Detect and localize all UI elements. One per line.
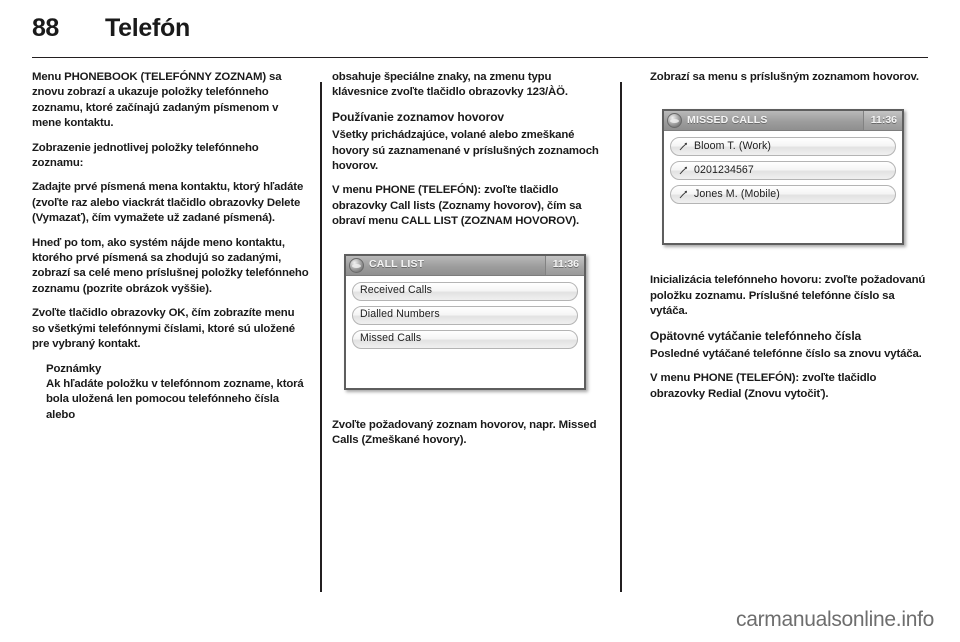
call-list-body: Received Calls Dialled Numbers Missed Ca… (346, 275, 584, 388)
col3-heading: Opätovné vytáčanie telefónneho čísla (650, 328, 862, 343)
call-list-item-label: Missed Calls (360, 332, 422, 345)
missed-call-arrow-icon (678, 189, 689, 200)
col2-heading: Používanie zoznamov hovorov (332, 109, 504, 124)
page-title: Telefón (105, 14, 190, 42)
col2-paragraph-2: Všetky prichádzajúce, volané alebo zmešk… (332, 129, 599, 173)
missed-calls-item-bloom[interactable]: Bloom T. (Work) (670, 137, 896, 157)
missed-calls-item-number[interactable]: 0201234567 (670, 161, 896, 181)
note-title: Poznámky (46, 362, 102, 375)
missed-call-arrow-icon (678, 141, 689, 152)
column-1: Menu PHONEBOOK (TELEFÓNNY ZOZNAM) sa zno… (32, 70, 309, 423)
missed-calls-item-label: Jones M. (Mobile) (694, 188, 780, 201)
content-columns: Menu PHONEBOOK (TELEFÓNNY ZOZNAM) sa zno… (0, 70, 960, 595)
col1-paragraph-5: Zvoľte tlačidlo obrazovky OK, čím zobraz… (32, 307, 295, 351)
site-watermark: carmanualsonline.info (736, 608, 934, 631)
globe-icon (667, 113, 682, 129)
note-block: Poznámky Ak hľadáte položku v telefónnom… (32, 362, 309, 424)
col3-paragraph-4: V menu PHONE (TELEFÓN): zvoľte tlačidlo … (650, 372, 877, 400)
call-list-item-dialled-numbers[interactable]: Dialled Numbers (352, 305, 578, 325)
missed-calls-item-label: 0201234567 (694, 164, 754, 177)
header-divider-rule (32, 57, 928, 58)
missed-calls-screen: MISSED CALLS 11:36 Bloom T. (Work) 02012… (662, 109, 904, 246)
missed-calls-body: Bloom T. (Work) 0201234567 Jones M. (Mob… (664, 131, 902, 244)
missed-calls-screen-title: MISSED CALLS (687, 114, 768, 127)
call-list-item-missed-calls[interactable]: Missed Calls (352, 329, 578, 349)
globe-icon (349, 257, 364, 273)
col2-paragraph-1: obsahuje špeciálne znaky, na zmenu typu … (332, 71, 568, 99)
call-list-item-label: Dialled Numbers (360, 308, 440, 321)
call-list-titlebar: CALL LIST 11:36 (346, 255, 584, 276)
missed-calls-item-label: Bloom T. (Work) (694, 140, 772, 153)
call-list-item-received-calls[interactable]: Received Calls (352, 281, 578, 301)
missed-calls-item-jones[interactable]: Jones M. (Mobile) (670, 185, 896, 205)
col1-paragraph-2: Zobrazenie jednotlivej položky telefónne… (32, 141, 259, 170)
call-list-item-label: Received Calls (360, 284, 433, 297)
call-list-clock: 11:36 (544, 255, 584, 275)
missed-call-arrow-icon (678, 165, 689, 176)
missed-calls-clock: 11:36 (862, 111, 902, 131)
col1-paragraph-3: Zadajte prvé písmená mena kontaktu, ktor… (32, 181, 304, 225)
col3-paragraph-2: Inicializácia telefónneho hovoru: zvoľte… (650, 274, 926, 318)
col3-paragraph-1: Zobrazí sa menu s príslušným zoznamom ho… (650, 71, 919, 83)
call-list-figure: CALL LIST 11:36 Received Calls Dialled N… (332, 239, 598, 406)
call-list-screen-title: CALL LIST (369, 258, 425, 271)
col1-paragraph-4: Hneď po tom, ako systém nájde meno konta… (32, 236, 309, 295)
missed-calls-figure: MISSED CALLS 11:36 Bloom T. (Work) 02012… (650, 95, 916, 262)
col3-paragraph-3: Posledné vytáčané telefónne číslo sa zno… (650, 348, 922, 361)
note-body: Ak hľadáte položku v telefónnom zozname,… (46, 377, 304, 421)
column-3: Zobrazí sa menu s príslušným zoznamom ho… (650, 70, 927, 411)
call-list-screen: CALL LIST 11:36 Received Calls Dialled N… (344, 253, 586, 390)
column-divider-right (620, 82, 622, 592)
col1-paragraph-1: Menu PHONEBOOK (TELEFÓNNY ZOZNAM) sa zno… (32, 71, 282, 130)
col2-paragraph-4: Zvoľte požadovaný zoznam hovorov, napr. … (332, 418, 597, 447)
column-divider-left (320, 82, 322, 592)
page-number: 88 (32, 14, 59, 42)
column-2: obsahuje špeciálne znaky, na zmenu typu … (332, 70, 609, 457)
page-header: 88 Telefón (0, 0, 960, 58)
col2-paragraph-3: V menu PHONE (TELEFÓN): zvoľte tlačidlo … (332, 184, 582, 228)
missed-calls-titlebar: MISSED CALLS 11:36 (664, 111, 902, 132)
